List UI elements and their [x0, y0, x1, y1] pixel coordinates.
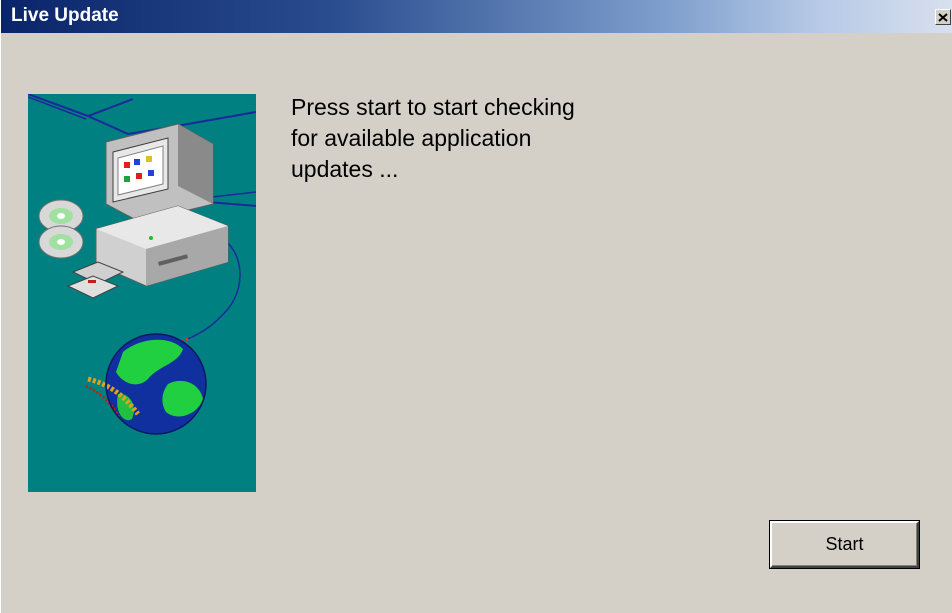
illustration-art: [27, 93, 257, 435]
update-message: Press start to start checking for availa…: [291, 92, 711, 185]
close-button[interactable]: [935, 9, 951, 25]
message-line-1: Press start to start checking: [291, 94, 575, 120]
window-title: Live Update: [11, 5, 119, 26]
start-button[interactable]: Start: [770, 521, 919, 568]
message-line-3: updates ...: [291, 156, 399, 182]
computer-globe-illustration: [27, 93, 257, 492]
close-icon: [938, 12, 948, 22]
message-line-2: for available application: [291, 125, 532, 151]
live-update-window: Live Update Press start to start checkin…: [0, 0, 952, 613]
title-bar[interactable]: Live Update: [1, 0, 952, 33]
